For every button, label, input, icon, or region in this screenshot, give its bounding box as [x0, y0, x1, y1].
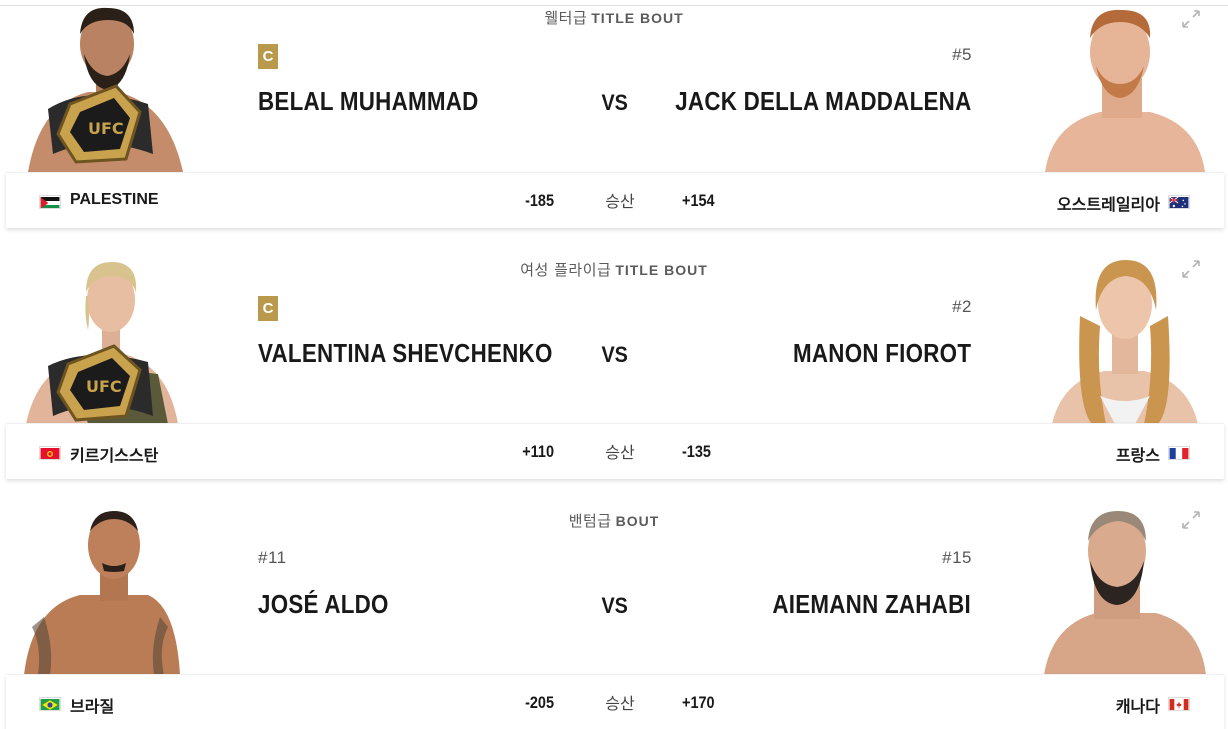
- fighter-rank-right: #5: [952, 45, 972, 64]
- fighter-country-left: 키르기스스탄: [70, 448, 159, 465]
- fighter-photo-left[interactable]: [18, 507, 188, 675]
- fighter-country-right: 오스트레일리아: [1056, 197, 1160, 214]
- fighter-country-right: 프랑스: [1115, 448, 1160, 465]
- bout-card[interactable]: 웰터급 TITLE BOUT UFC C BELAL MUHAMMAD VS #5…: [0, 0, 1228, 252]
- france-flag-icon: [1168, 446, 1190, 460]
- fighter-rank-left: #11: [258, 548, 287, 567]
- odds-bar: PALESTINE -185 승산 +154 오스트레일리아: [6, 172, 1224, 228]
- fighter-photo-left[interactable]: UFC: [18, 4, 188, 172]
- svg-text:UFC: UFC: [88, 119, 124, 138]
- champion-badge: C: [258, 44, 278, 69]
- fighter-country-left: 브라질: [70, 699, 115, 716]
- odds-label: 승산: [605, 192, 635, 211]
- palestine-flag-icon: [39, 195, 61, 209]
- fighter-name-right[interactable]: JACK DELLA MADDALENA: [675, 86, 971, 117]
- fighter-photo-right[interactable]: [1040, 256, 1210, 424]
- weight-class: 웰터급: [544, 9, 588, 27]
- odds-right: +154: [682, 191, 715, 210]
- vs-label: VS: [601, 593, 628, 618]
- fighter-name-left[interactable]: VALENTINA SHEVCHENKO: [258, 338, 553, 369]
- odds-label: 승산: [605, 694, 635, 713]
- bout-type: TITLE BOUT: [615, 262, 708, 278]
- bout-card[interactable]: 여성 플라이급 TITLE BOUT UFC C VALENTINA SHEVCH…: [0, 252, 1228, 504]
- odds-bar: 브라질 -205 승산 +170 캐나다: [6, 674, 1224, 729]
- odds-right: +170: [682, 693, 715, 712]
- vs-label: VS: [601, 342, 628, 367]
- odds-left: +110: [522, 442, 554, 461]
- fighter-name-left[interactable]: BELAL MUHAMMAD: [258, 86, 479, 117]
- fighter-name-left[interactable]: JOSÉ ALDO: [258, 589, 389, 620]
- odds-left: -205: [525, 693, 554, 712]
- fighter-country-right: 캐나다: [1115, 699, 1160, 716]
- fighter-rank-right: #2: [952, 297, 972, 316]
- odds-bar: 키르기스스탄 +110 승산 -135 프랑스: [6, 423, 1224, 479]
- fighter-name-right[interactable]: MANON FIOROT: [793, 338, 971, 369]
- odds-left: -185: [525, 191, 554, 210]
- champion-badge: C: [258, 296, 278, 321]
- championship-belt-icon: UFC: [48, 344, 153, 422]
- canada-flag-icon: [1168, 697, 1190, 711]
- odds-right: -135: [682, 442, 711, 461]
- bout-type: BOUT: [615, 513, 660, 529]
- fighter-photo-right[interactable]: [1040, 507, 1210, 675]
- fighter-photo-left[interactable]: UFC: [18, 256, 188, 424]
- svg-text:UFC: UFC: [86, 377, 122, 396]
- fighter-photo-right[interactable]: [1040, 4, 1210, 172]
- kyrgyzstan-flag-icon: [39, 446, 61, 460]
- weight-class: 밴텀급: [568, 512, 612, 530]
- fighter-name-right[interactable]: AIEMANN ZAHABI: [772, 589, 971, 620]
- odds-label: 승산: [605, 443, 635, 462]
- bout-card[interactable]: 밴텀급 BOUT #11 JOSÉ ALDO VS #15 AIEMANN ZAH…: [0, 503, 1228, 729]
- australia-flag-icon: [1168, 195, 1190, 209]
- fighter-country-left: PALESTINE: [70, 191, 159, 208]
- bout-type: TITLE BOUT: [591, 10, 684, 26]
- brazil-flag-icon: [39, 697, 61, 711]
- fighter-rank-right: #15: [942, 548, 972, 567]
- vs-label: VS: [601, 90, 628, 115]
- weight-class: 여성 플라이급: [520, 261, 612, 279]
